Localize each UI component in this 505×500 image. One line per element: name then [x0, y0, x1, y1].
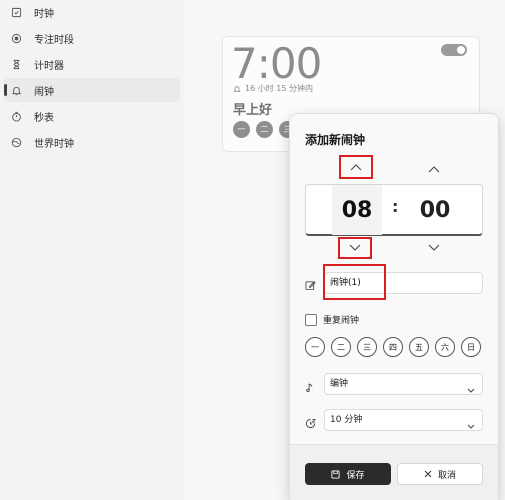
alarm-name-highlight: [323, 264, 386, 300]
sound-select-value: 编钟: [330, 379, 349, 389]
alarm-day: 二: [256, 121, 273, 138]
clock-icon: [10, 6, 22, 18]
sidebar-item-clock[interactable]: 时钟: [4, 0, 180, 24]
sound-select[interactable]: 编钟: [324, 373, 483, 395]
minute-increase-button[interactable]: [417, 157, 451, 181]
hour-increase-button[interactable]: [339, 155, 373, 179]
weekday-button[interactable]: 二: [331, 337, 351, 357]
snooze-select[interactable]: 10 分钟: [324, 409, 483, 431]
sidebar-item-timer[interactable]: 计时器: [4, 52, 180, 76]
time-separator: :: [392, 197, 399, 216]
snooze-select-value: 10 分钟: [330, 415, 363, 425]
alarm-name: 早上好: [233, 103, 273, 118]
alarm-remaining: 16 小时 15 分钟内: [233, 83, 313, 94]
repeat-checkbox[interactable]: [305, 313, 317, 326]
snooze-row: 10 分钟: [305, 409, 483, 431]
alarm-remaining-text: 16 小时 15 分钟内: [245, 84, 313, 93]
sidebar: 时钟 专注时段 计时器 闹钟 秒表 世界时钟: [0, 0, 185, 500]
globe-icon: [10, 136, 22, 148]
weekday-button[interactable]: 三: [357, 337, 377, 357]
alarm-toggle[interactable]: [441, 44, 467, 56]
dialog-footer: 保存 取消: [290, 444, 498, 500]
save-button-label: 保存: [346, 470, 365, 481]
sidebar-item-label: 时钟: [34, 8, 54, 20]
hour-decrease-button[interactable]: [338, 237, 372, 259]
stopwatch-icon: [10, 110, 22, 122]
bell-icon: [10, 84, 22, 96]
weekday-button[interactable]: 六: [435, 337, 455, 357]
sidebar-item-world-clock[interactable]: 世界时钟: [4, 130, 180, 154]
sidebar-item-alarm[interactable]: 闹钟: [4, 78, 180, 102]
weekday-button[interactable]: 一: [305, 337, 325, 357]
minute-decrease-button[interactable]: [417, 237, 451, 259]
music-note-icon: [305, 378, 315, 397]
chevron-down-icon: [428, 244, 440, 251]
weekday-button[interactable]: 四: [383, 337, 403, 357]
chevron-down-icon: [467, 417, 475, 437]
sidebar-item-focus[interactable]: 专注时段: [4, 26, 180, 50]
alarm-time: 7:00: [231, 39, 322, 88]
focus-icon: [10, 32, 22, 44]
save-button[interactable]: 保存: [305, 463, 391, 485]
close-icon: [424, 470, 432, 478]
snooze-icon: [305, 414, 317, 433]
alarm-day: 一: [233, 121, 250, 138]
sidebar-item-label: 专注时段: [34, 34, 74, 46]
sound-row: 编钟: [305, 373, 483, 395]
weekday-button[interactable]: 五: [409, 337, 429, 357]
chevron-down-icon: [349, 244, 361, 251]
weekday-selector: 一 二 三 四 五 六 日: [305, 337, 481, 357]
minute-value[interactable]: 00: [410, 185, 460, 235]
sidebar-item-label: 计时器: [34, 60, 64, 72]
sidebar-item-label: 秒表: [34, 112, 54, 124]
hour-value[interactable]: 08: [332, 185, 382, 235]
time-picker[interactable]: 08 : 00: [305, 184, 483, 236]
save-icon: [331, 469, 341, 479]
cancel-button-label: 取消: [437, 470, 456, 481]
weekday-button[interactable]: 日: [461, 337, 481, 357]
alarm-days: 一 二 三: [233, 121, 296, 138]
repeat-row: 重复闹钟: [305, 313, 359, 326]
repeat-label: 重复闹钟: [323, 316, 360, 326]
sidebar-item-stopwatch[interactable]: 秒表: [4, 104, 180, 128]
bell-icon: [233, 85, 241, 92]
hourglass-icon: [10, 58, 22, 70]
chevron-down-icon: [467, 381, 475, 401]
add-alarm-dialog: 添加新闹钟 08 : 00 闹钟(1) 重复闹钟 一 二 三 四 五 六 日 编…: [289, 113, 499, 500]
chevron-up-icon: [350, 164, 362, 171]
cancel-button[interactable]: 取消: [397, 463, 483, 485]
chevron-up-icon: [428, 166, 440, 173]
edit-icon: [305, 276, 316, 295]
dialog-title: 添加新闹钟: [305, 133, 366, 147]
sidebar-item-label: 世界时钟: [34, 138, 74, 150]
sidebar-item-label: 闹钟: [34, 86, 54, 98]
